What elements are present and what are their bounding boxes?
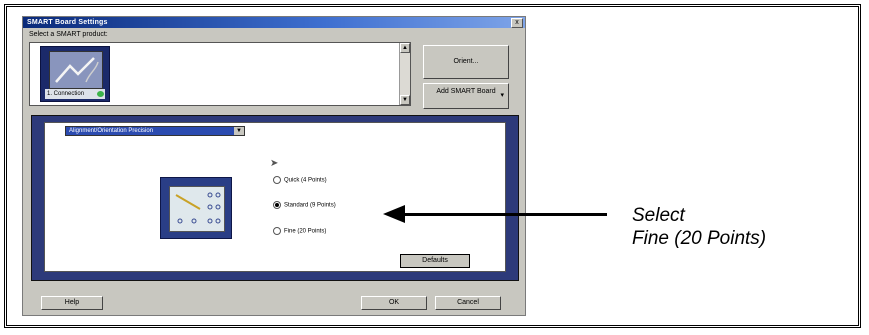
chevron-down-icon[interactable]: ▼ [234, 127, 244, 135]
orient-button[interactable]: Orient... [423, 45, 509, 79]
chevron-down-icon: ▾ [500, 92, 504, 99]
calibration-points-icon [170, 187, 224, 231]
select-product-label: Select a SMART product: [29, 31, 108, 38]
radio-standard[interactable]: Standard (9 Points) [273, 201, 336, 210]
add-smart-board-label: Add SMART Board [436, 88, 496, 95]
status-indicator-icon [97, 91, 104, 97]
radio-fine-dot[interactable] [273, 227, 281, 235]
settings-content: Alignment/Orientation Precision ▼ ➤ Quic… [44, 122, 506, 272]
help-button[interactable]: Help [41, 296, 103, 310]
settings-panel: Alignment/Orientation Precision ▼ ➤ Quic… [31, 115, 519, 281]
cancel-button[interactable]: Cancel [435, 296, 501, 310]
add-smart-board-button[interactable]: Add SMART Board ▾ [423, 83, 509, 109]
ok-button[interactable]: OK [361, 296, 427, 310]
mouse-pointer-icon: ➤ [270, 158, 279, 169]
radio-standard-dot[interactable] [273, 201, 281, 209]
scroll-down-icon[interactable]: ▼ [400, 95, 410, 105]
close-button[interactable]: x [511, 18, 523, 28]
title-bar: SMART Board Settings x [23, 17, 525, 28]
smart-board-illustration [160, 177, 232, 239]
radio-quick-label: Quick (4 Points) [284, 177, 327, 184]
precision-dropdown[interactable]: Alignment/Orientation Precision ▼ [65, 126, 245, 136]
product-tile[interactable]: 1. Connection [40, 46, 110, 102]
settings-dialog: SMART Board Settings x Select a SMART pr… [22, 16, 526, 316]
product-caption: 1. Connection [45, 89, 105, 99]
product-list-scrollbar[interactable]: ▲ ▼ [399, 43, 410, 105]
callout-line-2: Fine (20 Points) [632, 228, 767, 249]
defaults-button[interactable]: Defaults [400, 254, 470, 268]
radio-fine-label: Fine (20 Points) [284, 228, 327, 235]
dialog-title: SMART Board Settings [27, 19, 108, 26]
radio-quick-dot[interactable] [273, 176, 281, 184]
callout-arrow-line [402, 213, 607, 216]
radio-fine[interactable]: Fine (20 Points) [273, 227, 326, 236]
scroll-up-icon[interactable]: ▲ [400, 43, 410, 53]
board-screen [169, 186, 225, 232]
radio-standard-label: Standard (9 Points) [284, 202, 336, 209]
precision-dropdown-value: Alignment/Orientation Precision [69, 128, 154, 134]
radio-quick[interactable]: Quick (4 Points) [273, 176, 327, 185]
product-list[interactable]: 1. Connection ▲ ▼ [29, 42, 411, 106]
callout-text: Select Fine (20 Points) [632, 204, 766, 250]
pen-stroke-icon [50, 52, 102, 88]
smart-board-thumbnail [49, 51, 103, 89]
callout-line-1: Select [632, 205, 685, 226]
